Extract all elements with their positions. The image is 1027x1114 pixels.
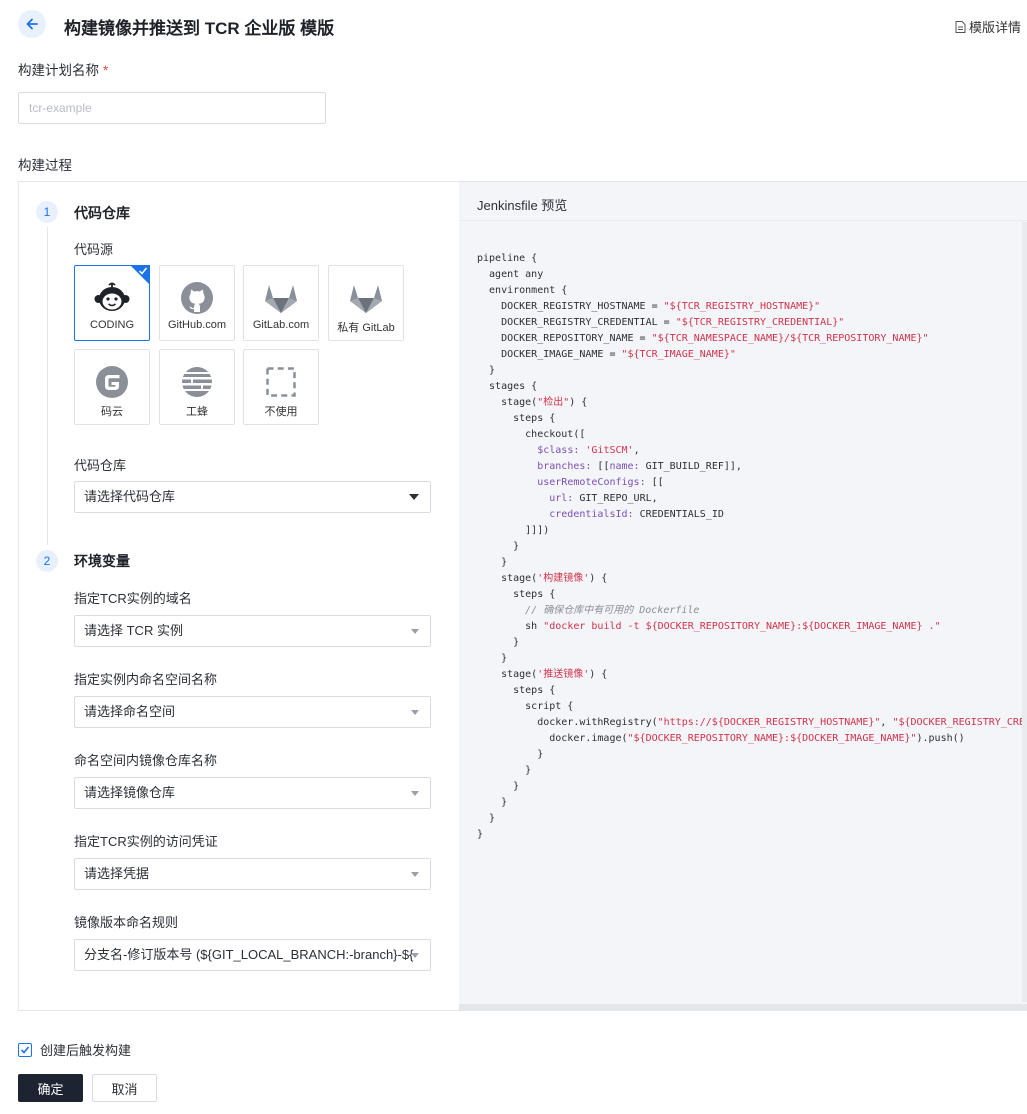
image-repo-label: 命名空间内镜像仓库名称	[74, 753, 218, 768]
caret-down-icon	[411, 710, 419, 715]
step-number-1: 1	[36, 201, 58, 223]
code-source-label: 代码源	[74, 242, 114, 257]
code-repo-select[interactable]: 请选择代码仓库	[74, 481, 431, 513]
credential-label: 指定TCR实例的访问凭证	[74, 834, 218, 849]
tcr-instance-placeholder: 请选择 TCR 实例	[84, 623, 183, 638]
plan-name-label: 构建计划名称 *	[18, 59, 108, 79]
preview-title: Jenkinsfile 预览	[477, 198, 568, 213]
source-tile-github[interactable]: GitHub.com	[159, 265, 235, 341]
build-config-pane: 1 代码仓库 代码源 CODING GitHub.com GitLab.com …	[19, 182, 459, 1010]
gitee-icon	[94, 364, 130, 400]
required-mark: *	[103, 63, 109, 78]
jenkinsfile-code: pipeline { agent any environment { DOCKE…	[477, 253, 1022, 840]
step-connector	[47, 227, 48, 545]
tgit-icon	[179, 364, 215, 400]
page-title: 构建镜像并推送到 TCR 企业版 模版	[64, 19, 335, 38]
horizontal-scrollbar[interactable]	[459, 1004, 1027, 1010]
arrow-left-icon	[26, 18, 38, 30]
image-version-rule-select[interactable]: 分支名-修订版本号 (${GIT_LOCAL_BRANCH:-branch}-$…	[74, 939, 431, 971]
github-icon	[179, 280, 215, 316]
caret-down-icon	[411, 953, 419, 958]
step-title-env-vars: 环境变量	[74, 553, 130, 569]
source-tile-tgit[interactable]: 工蜂	[159, 349, 235, 425]
namespace-select[interactable]: 请选择命名空间	[74, 696, 431, 728]
tcr-instance-select[interactable]: 请选择 TCR 实例	[74, 615, 431, 647]
template-detail-label: 模版详情	[968, 20, 1021, 35]
source-label: 码云	[101, 406, 123, 418]
caret-down-icon	[409, 494, 419, 500]
check-icon	[138, 267, 148, 275]
document-icon	[955, 20, 966, 33]
source-label: GitHub.com	[167, 319, 227, 331]
source-tile-none[interactable]: 不使用	[243, 349, 319, 425]
page-header: 构建镜像并推送到 TCR 企业版 模版 模版详情	[0, 0, 1027, 50]
dashed-square-icon	[263, 364, 299, 400]
code-repo-label: 代码仓库	[74, 458, 127, 473]
build-process-label: 构建过程	[18, 158, 72, 173]
source-label: 工蜂	[186, 406, 208, 418]
image-repo-select[interactable]: 请选择镜像仓库	[74, 777, 431, 809]
source-tile-coding[interactable]: CODING	[74, 265, 150, 341]
source-tile-gitee[interactable]: 码云	[74, 349, 150, 425]
source-tile-gitlab[interactable]: GitLab.com	[243, 265, 319, 341]
source-tile-private-gitlab[interactable]: 私有 GitLab	[328, 265, 404, 341]
template-detail-link[interactable]: 模版详情	[955, 17, 1021, 36]
caret-down-icon	[411, 629, 419, 634]
trigger-build-checkbox-row[interactable]: 创建后触发构建	[18, 1040, 131, 1059]
cancel-button[interactable]: 取消	[92, 1074, 157, 1102]
namespace-placeholder: 请选择命名空间	[84, 704, 176, 719]
build-process-panel: 1 代码仓库 代码源 CODING GitHub.com GitLab.com …	[18, 181, 1027, 1011]
jenkinsfile-preview-pane: Jenkinsfile 预览 pipeline { agent any envi…	[459, 182, 1027, 1010]
source-label: 私有 GitLab	[337, 322, 395, 334]
gitlab-icon	[348, 280, 384, 316]
step-number-2: 2	[36, 550, 58, 572]
image-repo-placeholder: 请选择镜像仓库	[84, 785, 176, 800]
plan-name-input[interactable]: tcr-example	[18, 92, 326, 124]
confirm-button[interactable]: 确定	[18, 1074, 83, 1102]
caret-down-icon	[411, 872, 419, 877]
gitlab-icon	[263, 280, 299, 316]
credential-placeholder: 请选择凭据	[84, 866, 150, 881]
source-label: GitLab.com	[252, 319, 310, 331]
step-title-code-repo: 代码仓库	[74, 205, 130, 221]
tcr-domain-label: 指定TCR实例的域名	[74, 591, 192, 606]
plan-name-label-text: 构建计划名称	[18, 63, 99, 78]
namespace-label: 指定实例内命名空间名称	[74, 672, 218, 687]
coding-monkey-icon	[94, 280, 130, 316]
divider	[459, 220, 1027, 221]
back-button[interactable]	[18, 10, 46, 38]
caret-down-icon	[411, 791, 419, 796]
vertical-scrollbar[interactable]	[1022, 222, 1027, 1002]
image-version-rule-value: 分支名-修订版本号 (${GIT_LOCAL_BRANCH:-branch}-$…	[84, 947, 414, 962]
source-label: CODING	[90, 319, 134, 331]
trigger-build-label: 创建后触发构建	[40, 1043, 132, 1058]
source-label: 不使用	[264, 406, 298, 418]
code-repo-placeholder: 请选择代码仓库	[84, 489, 176, 504]
check-icon	[20, 1045, 30, 1054]
image-version-rule-label: 镜像版本命名规则	[74, 915, 179, 930]
trigger-build-checkbox[interactable]	[18, 1042, 32, 1057]
credential-select[interactable]: 请选择凭据	[74, 858, 431, 890]
